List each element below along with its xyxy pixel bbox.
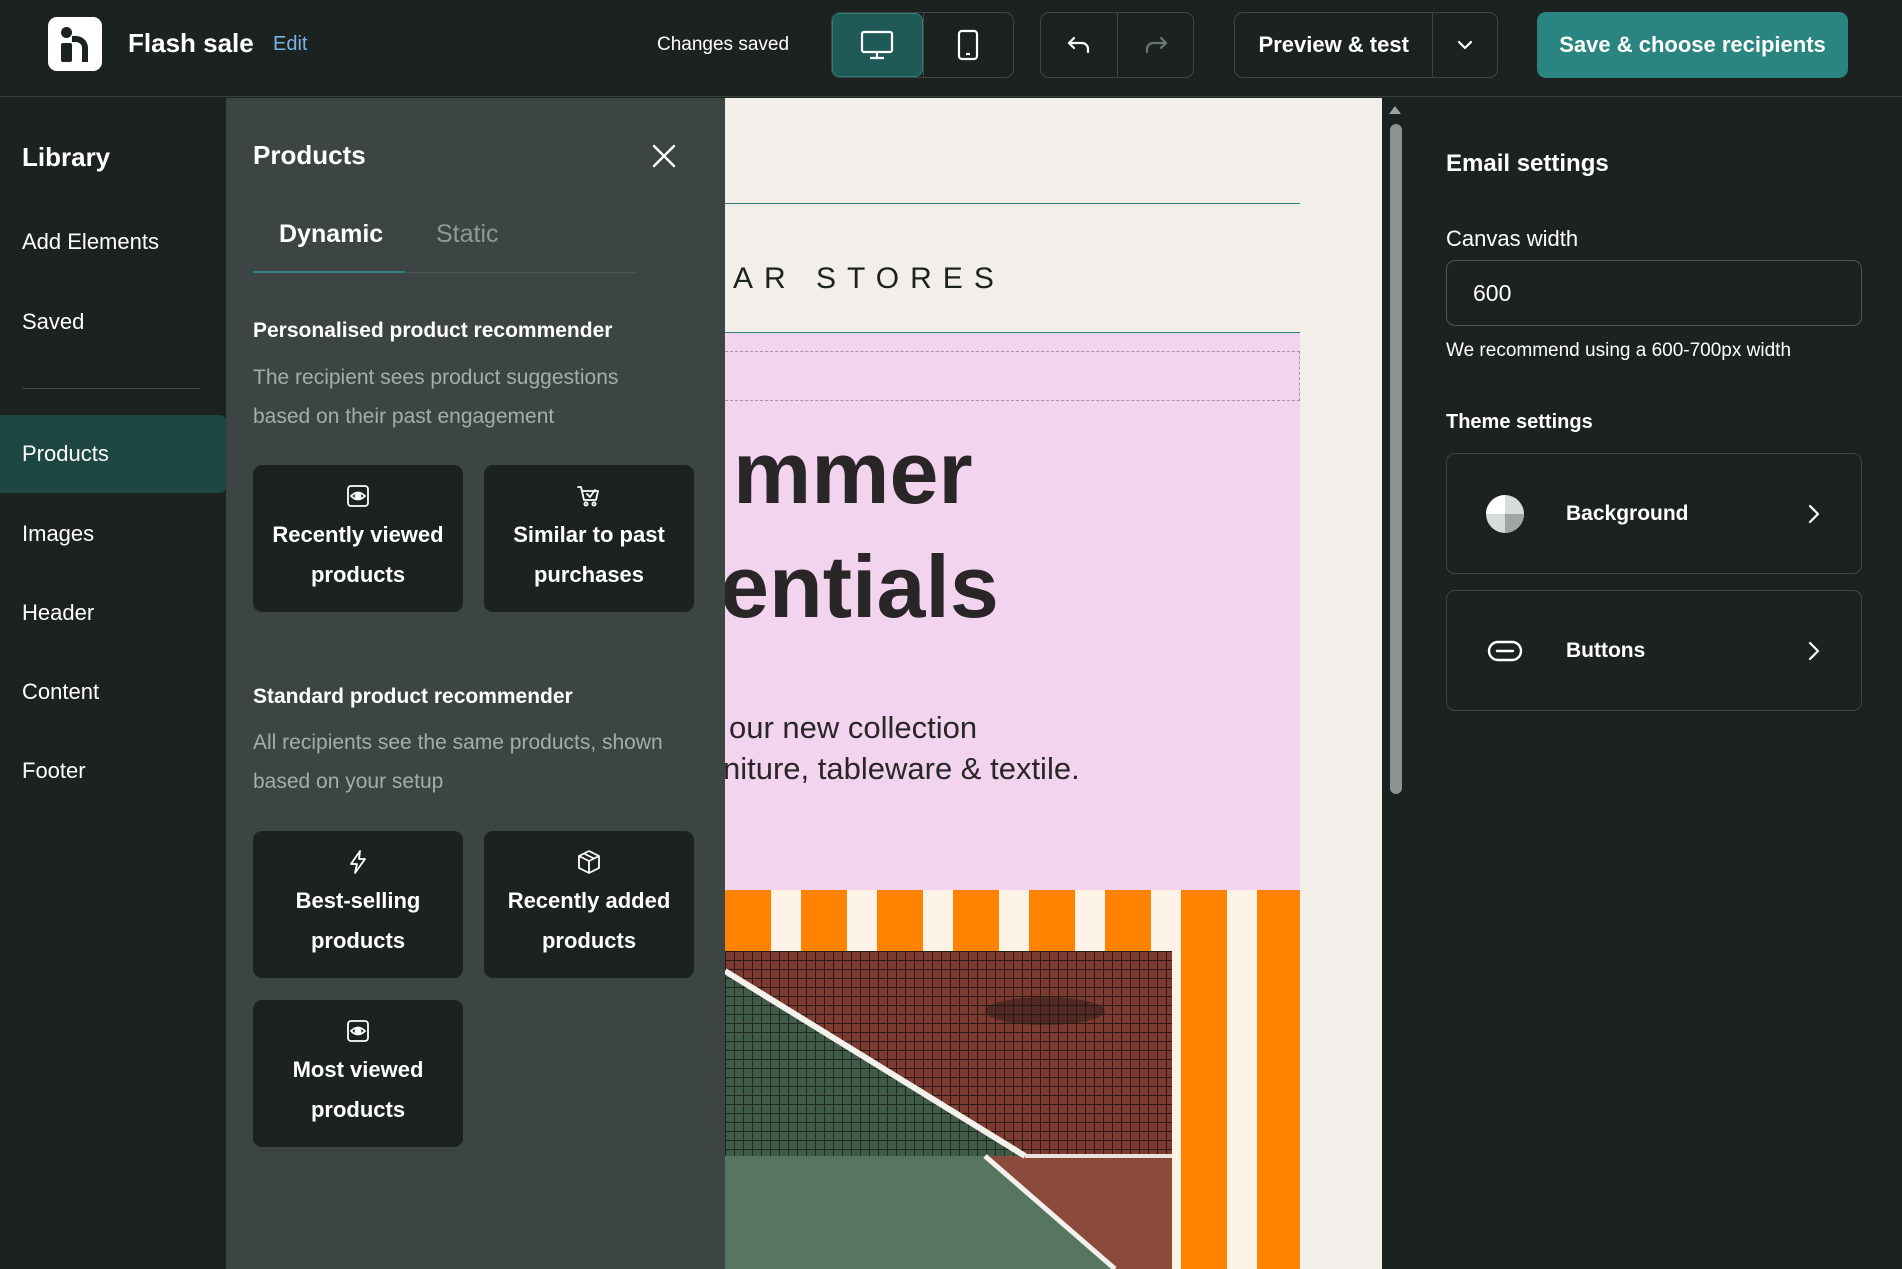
canvas-scrollbar[interactable]: [1385, 98, 1407, 1269]
settings-title: Email settings: [1446, 150, 1609, 177]
redo-button[interactable]: [1117, 13, 1193, 77]
desktop-view-button[interactable]: [832, 13, 923, 77]
card-label: Best-selling products: [295, 887, 421, 953]
history-controls: [1040, 12, 1194, 78]
standard-section-title: Standard product recommender: [253, 685, 573, 708]
tab-dynamic[interactable]: Dynamic: [279, 220, 383, 249]
sidebar-item-content[interactable]: Content: [0, 653, 226, 731]
lightning-icon: [350, 849, 366, 874]
preview-test-button[interactable]: Preview & test: [1235, 13, 1432, 77]
eye-icon: [347, 1019, 369, 1042]
theme-background-label: Background: [1566, 502, 1689, 525]
preview-controls: Preview & test: [1234, 12, 1498, 78]
tab-static[interactable]: Static: [436, 220, 499, 249]
desktop-icon: [861, 30, 894, 60]
active-tab-indicator: [253, 271, 405, 273]
top-bar: Flash sale Edit Changes saved Preview & …: [0, 0, 1902, 97]
canvas-width-label: Canvas width: [1446, 226, 1579, 251]
theme-buttons-button[interactable]: Buttons: [1446, 590, 1862, 711]
drop-zone[interactable]: [725, 351, 1300, 401]
chevron-down-icon: [1458, 40, 1473, 50]
box-icon: [578, 849, 600, 874]
card-label: Most viewed products: [292, 1056, 424, 1122]
standard-section-description: All recipients see the same products, sh…: [253, 731, 663, 793]
hero-body-line1[interactable]: our new collection: [729, 710, 977, 746]
scrollbar-thumb[interactable]: [1390, 124, 1402, 794]
library-sidebar: Library Add Elements Saved Products Imag…: [0, 98, 226, 1269]
button-pill-icon: [1487, 640, 1523, 662]
sidebar-item-header[interactable]: Header: [0, 574, 226, 652]
products-panel-title: Products: [253, 140, 366, 170]
close-icon[interactable]: [650, 142, 678, 170]
hero-heading-line1[interactable]: mmer: [733, 422, 973, 524]
personalised-section-description: The recipient sees product suggestions b…: [253, 366, 619, 428]
email-canvas[interactable]: AR STORES mmer entials our new collectio…: [725, 98, 1385, 1269]
chevron-right-icon: [1808, 641, 1820, 661]
undo-button[interactable]: [1041, 13, 1117, 77]
chevron-right-icon: [1808, 504, 1820, 524]
campaign-title: Flash sale: [128, 28, 254, 58]
theme-background-button[interactable]: Background: [1446, 453, 1862, 574]
sidebar-item-images[interactable]: Images: [0, 495, 226, 573]
save-choose-recipients-button[interactable]: Save & choose recipients: [1537, 12, 1848, 78]
card-label: Similar to past purchases: [513, 521, 665, 587]
tennis-court-photo[interactable]: [725, 951, 1172, 1269]
hero-heading-line2[interactable]: entials: [725, 536, 999, 638]
edit-title-link[interactable]: Edit: [273, 33, 307, 56]
mobile-icon: [958, 29, 979, 61]
personalised-section-title: Personalised product recommender: [253, 319, 613, 342]
similar-purchases-card[interactable]: Similar to past purchases: [484, 465, 694, 612]
email-brand-name[interactable]: AR STORES: [733, 262, 1005, 296]
tennis-court-image: [725, 951, 1172, 1269]
email-divider: [725, 203, 1300, 204]
library-title: Library: [22, 142, 111, 172]
most-viewed-card[interactable]: Most viewed products: [253, 1000, 463, 1147]
card-label: Recently viewed products: [272, 521, 444, 587]
sidebar-item-products[interactable]: Products: [0, 415, 226, 493]
recently-added-card[interactable]: Recently added products: [484, 831, 694, 978]
app-logo[interactable]: [48, 17, 102, 71]
cart-check-icon: [577, 485, 599, 506]
theme-settings-title: Theme settings: [1446, 411, 1593, 433]
canvas-width-input[interactable]: [1446, 260, 1862, 326]
sidebar-item-add-elements[interactable]: Add Elements: [0, 203, 226, 281]
products-panel: Products Dynamic Static Personalised pro…: [226, 98, 725, 1269]
half-circle-icon: [1486, 495, 1524, 533]
recently-viewed-card[interactable]: Recently viewed products: [253, 465, 463, 612]
preview-dropdown-button[interactable]: [1432, 13, 1497, 77]
sidebar-item-saved[interactable]: Saved: [0, 283, 226, 361]
mobile-view-button[interactable]: [922, 13, 1014, 77]
email-settings-panel: Email settings Canvas width We recommend…: [1407, 98, 1902, 1269]
scroll-up-icon[interactable]: [1389, 106, 1401, 114]
best-selling-card[interactable]: Best-selling products: [253, 831, 463, 978]
redo-icon: [1145, 36, 1167, 54]
eye-icon: [347, 484, 369, 507]
card-label: Recently added products: [507, 887, 671, 953]
sidebar-divider: [22, 388, 200, 389]
canvas-width-hint: We recommend using a 600-700px width: [1446, 340, 1792, 361]
undo-icon: [1067, 36, 1090, 54]
hero-body-line2[interactable]: niture, tableware & textile.: [725, 751, 1080, 787]
device-toggle: [831, 12, 1014, 78]
save-status: Changes saved: [657, 34, 790, 55]
theme-buttons-label: Buttons: [1566, 639, 1646, 662]
sidebar-item-footer[interactable]: Footer: [0, 732, 226, 810]
